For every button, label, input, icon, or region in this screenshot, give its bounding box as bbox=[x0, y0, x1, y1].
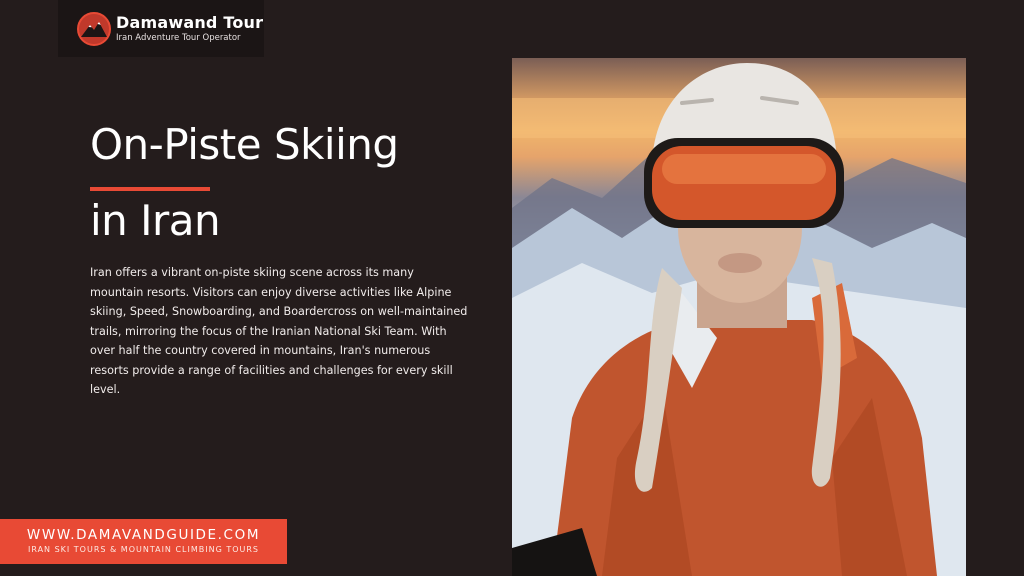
brand-name: Damawand Tour bbox=[116, 12, 264, 32]
photo-illustration bbox=[512, 63, 966, 576]
hero-title-line-1: On-Piste Skiing bbox=[90, 120, 399, 169]
hero-description: Iran offers a vibrant on-piste skiing sc… bbox=[90, 266, 468, 396]
website-link[interactable]: WWW.DAMAVANDGUIDE.COM bbox=[27, 528, 260, 543]
mountain-logo-icon bbox=[77, 11, 111, 46]
brand-logo[interactable]: Damawand Tour Iran Adventure Tour Operat… bbox=[58, 0, 264, 57]
title-divider bbox=[90, 187, 210, 191]
footer-banner[interactable]: WWW.DAMAVANDGUIDE.COM IRAN SKI TOURS & M… bbox=[0, 519, 287, 564]
hero-title-line-2: in Iran bbox=[90, 196, 221, 245]
skier-portrait-photo bbox=[512, 58, 966, 576]
brand-tagline: Iran Adventure Tour Operator bbox=[116, 32, 241, 43]
footer-tagline: IRAN SKI TOURS & MOUNTAIN CLIMBING TOURS bbox=[27, 545, 260, 555]
